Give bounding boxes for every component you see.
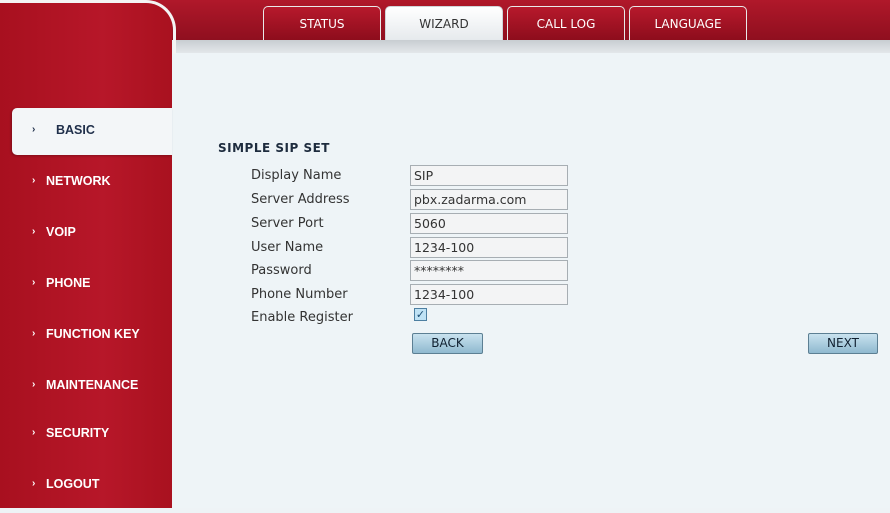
sidebar-item-label: MAINTENANCE <box>46 378 139 392</box>
sidebar-nav: › BASIC › NETWORK › VOIP › PHONE › FUNCT… <box>0 108 172 513</box>
sidebar-item-network[interactable]: › NETWORK <box>0 159 172 206</box>
section-title: SIMPLE SIP SET <box>218 141 330 155</box>
form-row-enable-register: Enable Register ✓ <box>251 307 581 329</box>
back-button[interactable]: BACK <box>412 333 483 354</box>
sidebar-item-label: NETWORK <box>46 174 111 188</box>
form-row-display-name: Display Name <box>251 165 581 187</box>
chevron-right-icon: › <box>32 379 36 390</box>
sidebar-item-label: PHONE <box>46 276 91 290</box>
password-label: Password <box>251 263 312 278</box>
phone-number-label: Phone Number <box>251 287 348 302</box>
chevron-right-icon: › <box>32 328 36 339</box>
display-name-input[interactable] <box>410 165 568 186</box>
server-port-label: Server Port <box>251 216 324 231</box>
password-input[interactable] <box>410 260 568 281</box>
header-band <box>174 40 890 53</box>
sidebar-item-security[interactable]: › SECURITY <box>0 411 172 458</box>
sidebar-item-basic[interactable]: › BASIC <box>12 108 172 155</box>
user-name-label: User Name <box>251 240 324 255</box>
chevron-right-icon: › <box>32 427 36 438</box>
chevron-right-icon: › <box>32 478 36 489</box>
form-row-user-name: User Name <box>251 237 581 259</box>
sidebar-item-maintenance[interactable]: › MAINTENANCE <box>0 363 172 407</box>
user-name-input[interactable] <box>410 237 568 258</box>
sidebar-item-logout[interactable]: › LOGOUT <box>0 462 172 509</box>
sidebar-item-label: FUNCTION KEY <box>46 327 140 341</box>
sidebar-item-voip[interactable]: › VOIP <box>0 210 172 257</box>
sidebar-item-label: LOGOUT <box>46 477 100 491</box>
chevron-right-icon: › <box>32 277 36 288</box>
display-name-label: Display Name <box>251 168 342 183</box>
sidebar-item-label: SECURITY <box>46 426 110 440</box>
sidebar-item-function-key[interactable]: › FUNCTION KEY <box>0 312 172 359</box>
server-address-label: Server Address <box>251 192 350 207</box>
phone-number-input[interactable] <box>410 284 568 305</box>
tab-language[interactable]: LANGUAGE <box>629 6 747 40</box>
sidebar-item-phone[interactable]: › PHONE <box>0 261 172 308</box>
chevron-right-icon: › <box>32 226 36 237</box>
sidebar-corner-edge <box>0 0 176 54</box>
sidebar-item-label: BASIC <box>56 123 95 137</box>
tab-call-log[interactable]: CALL LOG <box>507 6 625 40</box>
tab-status[interactable]: STATUS <box>263 6 381 40</box>
server-port-input[interactable] <box>410 213 568 234</box>
form-row-server-port: Server Port <box>251 213 581 235</box>
enable-register-checkbox[interactable]: ✓ <box>414 308 427 321</box>
tab-wizard[interactable]: WIZARD <box>385 6 503 40</box>
top-tabs: STATUS WIZARD CALL LOG LANGUAGE <box>263 6 751 40</box>
form-row-phone-number: Phone Number <box>251 284 581 306</box>
chevron-right-icon: › <box>32 124 36 135</box>
chevron-right-icon: › <box>32 175 36 186</box>
form-row-password: Password <box>251 260 581 282</box>
form-row-server-address: Server Address <box>251 189 581 211</box>
server-address-input[interactable] <box>410 189 568 210</box>
sidebar-item-label: VOIP <box>46 225 76 239</box>
enable-register-label: Enable Register <box>251 310 353 325</box>
next-button[interactable]: NEXT <box>808 333 878 354</box>
